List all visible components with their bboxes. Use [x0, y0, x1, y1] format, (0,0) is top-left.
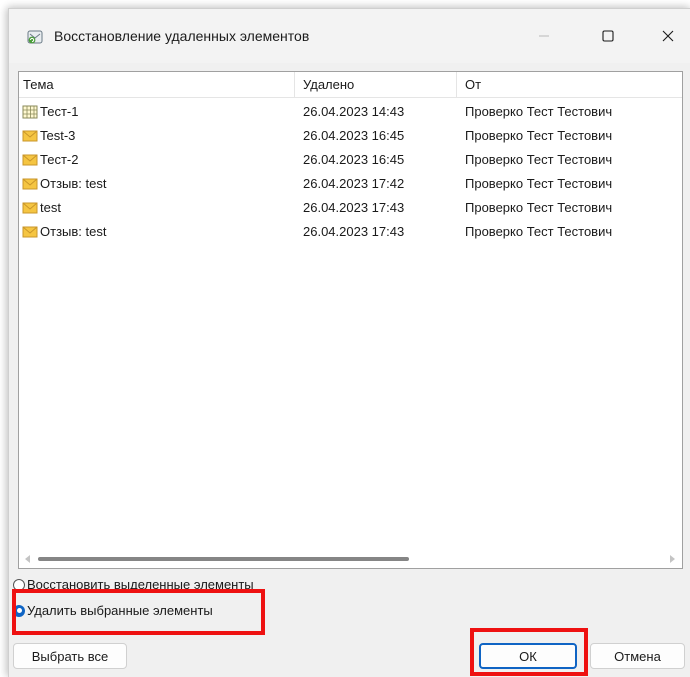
cell-from: Проверко Тест Тестович [465, 128, 613, 143]
cell-from: Проверко Тест Тестович [465, 152, 613, 167]
scroll-left-icon[interactable] [25, 555, 31, 563]
table-row[interactable]: Test-3 26.04.2023 16:45 Проверко Тест Те… [19, 124, 682, 148]
close-icon [662, 30, 674, 42]
restore-deleted-items-dialog: Восстановление удаленных элементов Тема … [8, 8, 690, 677]
cell-subject: Тест-1 [22, 100, 78, 124]
window-title: Восстановление удаленных элементов [54, 28, 310, 44]
cell-deleted: 26.04.2023 14:43 [303, 104, 405, 119]
select-all-button[interactable]: Выбрать все [13, 643, 127, 669]
table-row[interactable]: Отзыв: test 26.04.2023 17:42 Проверко Те… [19, 172, 682, 196]
list-rows: Тест-1 26.04.2023 14:43 Проверко Тест Те… [19, 100, 682, 244]
cell-from: Проверко Тест Тестович [465, 224, 613, 239]
column-header-from[interactable]: От [457, 72, 682, 97]
subject-text: Тест-1 [40, 104, 79, 119]
maximize-icon [602, 30, 614, 42]
delete-radio[interactable] [13, 604, 25, 617]
calendar-item-icon [22, 105, 38, 119]
title-bar: Восстановление удаленных элементов [9, 9, 690, 63]
minimize-icon [539, 35, 549, 37]
table-row[interactable]: test 26.04.2023 17:43 Проверко Тест Тест… [19, 196, 682, 220]
horizontal-scrollbar[interactable] [19, 550, 682, 568]
envelope-icon [22, 130, 38, 142]
subject-text: Test-3 [40, 128, 76, 143]
envelope-icon [22, 226, 38, 238]
scrollbar-thumb[interactable] [38, 557, 409, 561]
subject-text: Отзыв: test [40, 224, 107, 239]
maximize-button[interactable] [585, 19, 631, 53]
cell-subject: test [22, 196, 61, 220]
envelope-icon [22, 202, 38, 214]
column-header-deleted[interactable]: Удалено [295, 72, 457, 97]
list-header: Тема Удалено От [19, 72, 682, 98]
restore-radio[interactable] [13, 578, 25, 591]
scroll-right-icon[interactable] [669, 555, 675, 563]
subject-text: test [40, 200, 61, 215]
table-row[interactable]: Отзыв: test 26.04.2023 17:43 Проверко Те… [19, 220, 682, 244]
table-row[interactable]: Тест-2 26.04.2023 16:45 Проверко Тест Те… [19, 148, 682, 172]
cell-from: Проверко Тест Тестович [465, 200, 613, 215]
minimize-button[interactable] [521, 19, 567, 53]
restore-option[interactable]: Восстановить выделенные элементы [13, 577, 254, 592]
cancel-button[interactable]: Отмена [590, 643, 685, 669]
ok-button[interactable]: ОК [479, 643, 577, 669]
cell-subject: Test-3 [22, 124, 75, 148]
envelope-icon [22, 154, 38, 166]
close-button[interactable] [645, 19, 690, 53]
delete-option[interactable]: Удалить выбранные элементы [13, 603, 213, 618]
subject-text: Тест-2 [40, 152, 79, 167]
envelope-icon [22, 178, 38, 190]
cell-deleted: 26.04.2023 17:42 [303, 176, 405, 191]
column-header-subject[interactable]: Тема [19, 72, 295, 97]
cell-deleted: 26.04.2023 16:45 [303, 152, 405, 167]
cell-subject: Отзыв: test [22, 220, 106, 244]
table-row[interactable]: Тест-1 26.04.2023 14:43 Проверко Тест Те… [19, 100, 682, 124]
restore-mailbox-icon [26, 28, 44, 46]
cell-deleted: 26.04.2023 17:43 [303, 200, 405, 215]
cell-from: Проверко Тест Тестович [465, 104, 613, 119]
subject-text: Отзыв: test [40, 176, 107, 191]
deleted-items-list[interactable]: Тема Удалено От Тест-1 26.04.2023 14:43 … [18, 71, 683, 569]
cell-deleted: 26.04.2023 17:43 [303, 224, 405, 239]
cell-from: Проверко Тест Тестович [465, 176, 613, 191]
cell-subject: Отзыв: test [22, 172, 106, 196]
delete-label: Удалить выбранные элементы [27, 603, 213, 618]
cell-deleted: 26.04.2023 16:45 [303, 128, 405, 143]
cell-subject: Тест-2 [22, 148, 78, 172]
restore-label: Восстановить выделенные элементы [27, 577, 254, 592]
